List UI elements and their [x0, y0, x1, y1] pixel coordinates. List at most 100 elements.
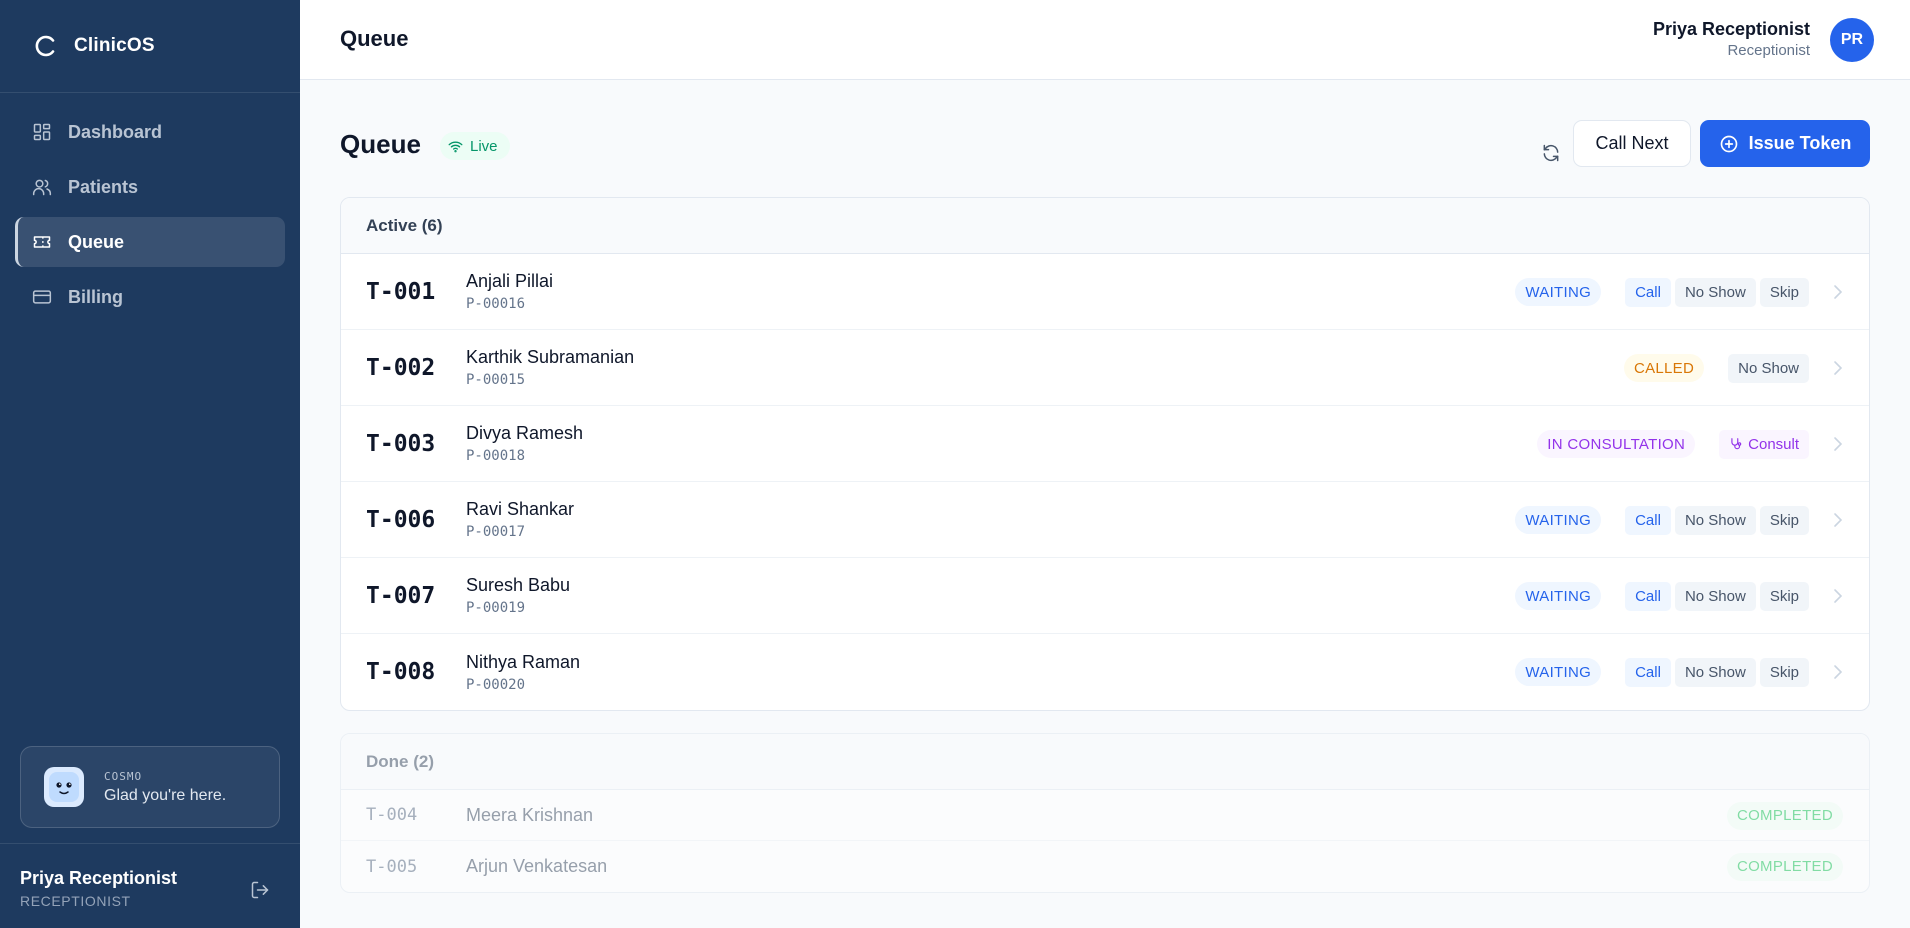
stethoscope-icon — [1731, 438, 1742, 450]
sidebar-user: Priya Receptionist RECEPTIONIST — [0, 843, 300, 928]
brand[interactable]: ClinicOS — [0, 0, 300, 93]
row-actions: WAITING Call No Show Skip — [1515, 634, 1809, 710]
plus-circle-icon — [1720, 135, 1737, 152]
cosmo-tag: COSMO — [104, 769, 143, 783]
sidebar-item-label: Queue — [68, 231, 125, 252]
patient-name: Anjali Pillai — [466, 271, 554, 291]
status-badge: IN CONSULTATION — [1537, 430, 1696, 458]
refresh-icon — [1543, 144, 1559, 162]
no-show-button[interactable]: No Show — [1728, 353, 1809, 383]
token-number: T-004 — [366, 805, 418, 825]
skip-button[interactable]: Skip — [1759, 657, 1809, 687]
chevron-right-icon[interactable] — [1831, 436, 1845, 452]
issue-token-button[interactable]: Issue Token — [1700, 120, 1870, 167]
status-badge: WAITING — [1515, 278, 1602, 306]
cosmo-avatar-icon — [44, 767, 84, 807]
page-title: Queue — [340, 129, 421, 159]
sidebar-item-billing[interactable]: Billing — [15, 272, 285, 322]
header-user-name: Priya Receptionist — [1652, 19, 1810, 39]
patient-name: Karthik Subramanian — [466, 347, 635, 367]
chevron-right-icon[interactable] — [1831, 588, 1845, 604]
table-row[interactable]: T-002 Karthik Subramanian P-00015 CALLED… — [341, 330, 1869, 406]
table-row[interactable]: T-005 Arjun Venkatesan COMPLETED — [341, 841, 1869, 892]
call-button[interactable]: Call — [1625, 581, 1671, 611]
header-user-role: Receptionist — [1727, 42, 1810, 59]
credit-card-icon — [32, 290, 52, 304]
no-show-button[interactable]: No Show — [1674, 277, 1756, 307]
token-number: T-008 — [366, 659, 436, 685]
cosmo-assistant-card[interactable]: COSMO Glad you're here. — [20, 746, 280, 828]
call-next-button[interactable]: Call Next — [1573, 120, 1691, 167]
token-number: T-006 — [366, 506, 436, 533]
header-title: Queue — [340, 26, 409, 51]
no-show-button[interactable]: No Show — [1674, 657, 1756, 687]
chevron-right-icon[interactable] — [1831, 360, 1845, 376]
status-badge: CALLED — [1623, 354, 1705, 382]
cosmo-message: Glad you're here. — [104, 786, 227, 804]
status-badge: WAITING — [1515, 658, 1602, 686]
done-queue-card: Done (2) T-004 Meera Krishnan COMPLETED … — [340, 733, 1870, 893]
table-row[interactable]: T-003 Divya Ramesh P-00018 IN CONSULTATI… — [341, 406, 1869, 482]
patient-id: P-00016 — [466, 296, 526, 312]
users-icon — [32, 179, 52, 196]
no-show-button[interactable]: No Show — [1674, 581, 1756, 611]
token-number: T-005 — [366, 856, 418, 877]
brand-name: ClinicOS — [74, 35, 155, 56]
call-button[interactable]: Call — [1625, 277, 1671, 307]
token-number: T-003 — [366, 430, 436, 457]
consult-button[interactable]: Consult — [1719, 429, 1809, 459]
cosmo-text: COSMO Glad you're here. — [104, 770, 226, 805]
token-number: T-002 — [366, 354, 436, 381]
logout-icon[interactable] — [250, 880, 270, 900]
chevron-right-icon[interactable] — [1831, 512, 1845, 528]
call-button[interactable]: Call — [1625, 505, 1671, 535]
header-user: Priya Receptionist Receptionist — [1653, 19, 1810, 59]
patient-info: Nithya Raman P-00020 — [466, 652, 580, 693]
live-badge: Live — [440, 132, 510, 160]
wifi-icon — [448, 141, 463, 152]
call-button[interactable]: Call — [1625, 657, 1671, 687]
no-show-button[interactable]: No Show — [1674, 505, 1756, 535]
patient-name: Nithya Raman — [466, 651, 581, 672]
sidebar-item-queue[interactable]: Queue — [15, 217, 285, 267]
clinicos-logo-icon — [35, 35, 55, 57]
patient-id: P-00015 — [466, 372, 526, 388]
chevron-right-icon[interactable] — [1831, 664, 1845, 680]
sidebar-user-name: Priya Receptionist — [20, 868, 178, 888]
issue-token-label: Issue Token — [1748, 133, 1852, 153]
sidebar-item-patients[interactable]: Patients — [15, 162, 285, 212]
main-content: Queue Live Call Next Issue Token Active … — [340, 80, 1870, 893]
patient-id: P-00020 — [466, 676, 526, 693]
consult-label: Consult — [1748, 435, 1799, 453]
table-row[interactable]: T-001 Anjali Pillai P-00016 WAITING Call… — [341, 254, 1869, 330]
table-row[interactable]: T-004 Meera Krishnan COMPLETED — [341, 790, 1869, 841]
status-badge: WAITING — [1515, 506, 1602, 534]
patient-info: Karthik Subramanian P-00015 — [466, 347, 634, 388]
sidebar-user-role: RECEPTIONIST — [20, 893, 131, 909]
skip-button[interactable]: Skip — [1759, 505, 1809, 535]
sidebar-item-label: Billing — [68, 286, 123, 307]
patient-name: Divya Ramesh — [466, 423, 584, 443]
table-row[interactable]: T-007 Suresh Babu P-00019 WAITING Call N… — [341, 558, 1869, 634]
patient-name: Meera Krishnan — [466, 804, 594, 825]
row-actions: CALLED No Show — [1623, 330, 1809, 406]
sidebar-item-dashboard[interactable]: Dashboard — [15, 107, 285, 157]
skip-button[interactable]: Skip — [1759, 277, 1809, 307]
table-row[interactable]: T-006 Ravi Shankar P-00017 WAITING Call … — [341, 482, 1869, 558]
refresh-button[interactable] — [1530, 132, 1572, 174]
patient-id: P-00017 — [466, 524, 526, 540]
patient-id: P-00018 — [466, 448, 526, 464]
done-queue-header: Done (2) — [341, 734, 1869, 790]
ticket-icon — [33, 236, 51, 248]
live-label: Live — [470, 137, 498, 155]
patient-info: Ravi Shankar P-00017 — [466, 499, 574, 540]
row-status: COMPLETED — [1726, 790, 1843, 841]
skip-button[interactable]: Skip — [1759, 581, 1809, 611]
row-actions: WAITING Call No Show Skip — [1515, 254, 1809, 330]
chevron-right-icon[interactable] — [1831, 284, 1845, 300]
patient-id: P-00019 — [466, 600, 526, 616]
token-number: T-007 — [366, 582, 436, 609]
sidebar-item-label: Dashboard — [68, 121, 163, 142]
avatar[interactable]: PR — [1830, 18, 1874, 62]
table-row[interactable]: T-008 Nithya Raman P-00020 WAITING Call … — [341, 634, 1869, 710]
